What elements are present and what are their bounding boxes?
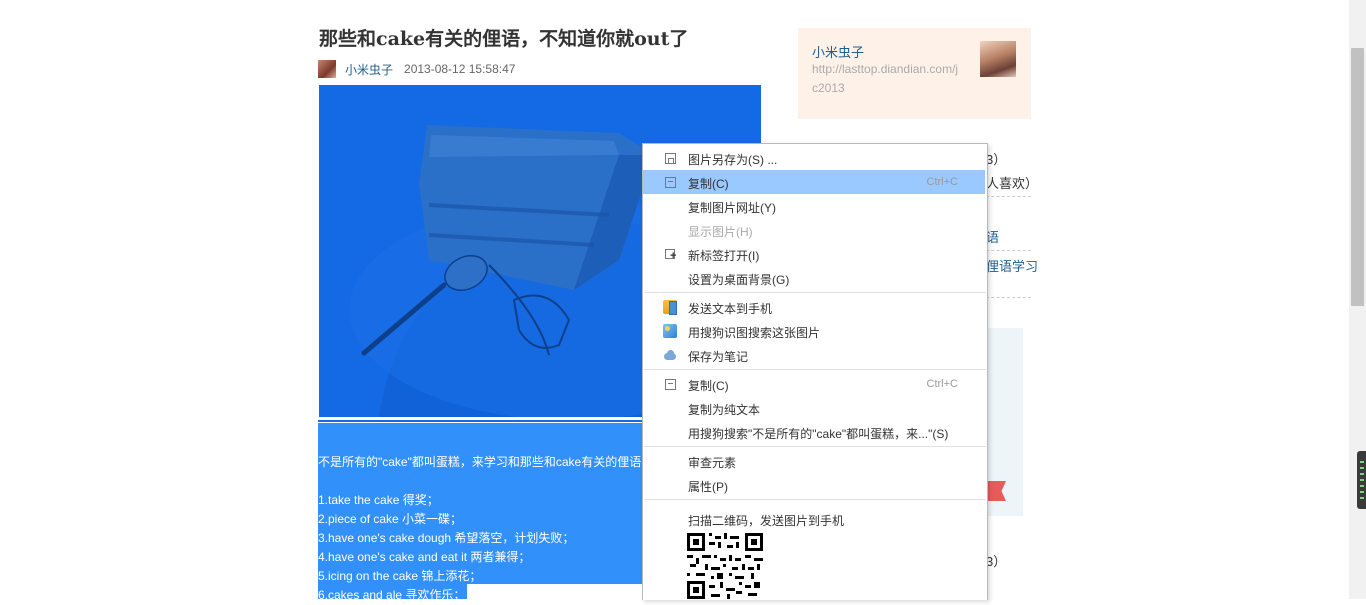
context-menu: 图片另存为(S) ... 复制(C) Ctrl+C 复制图片网址(Y) 显示图片…: [642, 143, 988, 600]
menu-item-open-new-tab[interactable]: 新标签打开(I): [643, 242, 985, 266]
menu-item-copy-plain-text[interactable]: 复制为纯文本: [643, 396, 985, 420]
post-line: 4.have one's cake and eat it 两者兼得；: [318, 550, 531, 564]
post-line: 3.have one's cake dough 希望落空，计划失败；: [318, 531, 575, 545]
menu-item-save-image-as[interactable]: 图片另存为(S) ...: [643, 146, 985, 170]
menu-item-label: 复制为纯文本: [688, 403, 761, 417]
menu-item-send-to-phone[interactable]: 发送文本到手机: [643, 295, 985, 319]
vertical-scrollbar[interactable]: [1349, 0, 1366, 599]
divider: [986, 297, 1031, 298]
menu-item-search-selection[interactable]: 用搜狗搜索"不是所有的"cake"都叫蛋糕，来..."(S): [643, 420, 985, 444]
menu-item-label: 图片另存为(S) ...: [688, 153, 778, 167]
menu-item-label: 显示图片(H): [688, 225, 753, 239]
sidebar-fragment: 3）: [986, 554, 1007, 569]
sidebar-link[interactable]: 俚语学习: [986, 256, 1038, 275]
scrollbar-thumb[interactable]: [1351, 48, 1364, 306]
menu-item-copy-image-url[interactable]: 复制图片网址(Y): [643, 194, 985, 218]
menu-item-shortcut: Ctrl+C: [926, 176, 958, 188]
profile-url[interactable]: http://lasttop.diandian.com/jc2013: [812, 60, 962, 98]
post-line: 6.cakes and ale 寻欢作乐；: [318, 588, 466, 602]
menu-item-label: 用搜狗搜索"不是所有的"cake"都叫蛋糕，来..."(S): [688, 427, 949, 441]
menu-separator: [644, 499, 986, 500]
post-line: 不是所有的"cake"都叫蛋糕，来学习和那些和cake有关的俚语: [318, 455, 642, 469]
post-line-blank: [318, 472, 643, 491]
menu-item-scan-qr[interactable]: 扫描二维码，发送图片到手机: [643, 507, 985, 531]
save-image-icon: [663, 151, 677, 165]
menu-item-copy-text[interactable]: 复制(C) Ctrl+C: [643, 372, 985, 396]
menu-item-label: 复制(C): [688, 177, 729, 191]
sidebar-fragment: 3）: [986, 152, 1007, 167]
sidebar-fragment: 人喜欢）: [986, 176, 1039, 191]
menu-item-label: 审查元素: [688, 456, 737, 470]
copy-icon: [663, 175, 677, 189]
menu-item-save-note[interactable]: 保存为笔记: [643, 343, 985, 367]
menu-item-copy[interactable]: 复制(C) Ctrl+C: [643, 170, 985, 194]
post-line: 5.icing on the cake 锦上添花；: [318, 569, 482, 583]
profile-card: 小米虫子 http://lasttop.diandian.com/jc2013: [798, 28, 1031, 119]
divider: [986, 196, 1031, 197]
menu-item-label: 复制图片网址(Y): [688, 201, 776, 215]
menu-item-label: 新标签打开(I): [688, 249, 760, 263]
divider: [986, 250, 1031, 251]
profile-name[interactable]: 小米虫子: [812, 42, 864, 61]
post-title: 那些和cake有关的俚语，不知道你就out了: [319, 28, 689, 50]
menu-separator: [644, 446, 986, 447]
menu-item-label: 发送文本到手机: [688, 302, 773, 316]
author-avatar[interactable]: [318, 60, 336, 78]
menu-item-image-search[interactable]: 用搜狗识图搜索这张图片: [643, 319, 985, 343]
cloud-note-icon: [663, 348, 677, 362]
copy-icon: [663, 377, 677, 391]
menu-separator: [644, 292, 986, 293]
post-line: 2.piece of cake 小菜一碟；: [318, 512, 463, 526]
qr-code[interactable]: [687, 533, 763, 599]
post-line: 1.take the cake 得奖；: [318, 493, 439, 507]
profile-avatar[interactable]: [980, 41, 1016, 77]
menu-item-show-image: 显示图片(H): [643, 218, 985, 242]
menu-item-label: 属性(P): [688, 480, 728, 494]
image-search-icon: [663, 324, 677, 338]
menu-item-shortcut: Ctrl+C: [926, 378, 958, 390]
send-to-phone-icon: [663, 300, 677, 315]
post-date: 2013-08-12 15:58:47: [404, 62, 516, 76]
post-body: 不是所有的"cake"都叫蛋糕，来学习和那些和cake有关的俚语 1.take …: [318, 453, 643, 605]
menu-item-label: 用搜狗识图搜索这张图片: [688, 326, 821, 340]
author-link[interactable]: 小米虫子: [345, 61, 393, 78]
floating-edge-widget[interactable]: [1357, 451, 1366, 509]
menu-item-label: 复制(C): [688, 379, 729, 393]
menu-item-label: 设置为桌面背景(G): [688, 273, 790, 287]
post-meta: 小米虫子 2013-08-12 15:58:47: [318, 59, 515, 79]
menu-item-set-wallpaper[interactable]: 设置为桌面背景(G): [643, 266, 985, 290]
menu-item-properties[interactable]: 属性(P): [643, 473, 985, 497]
menu-item-inspect-element[interactable]: 审查元素: [643, 449, 985, 473]
menu-item-label: 扫描二维码，发送图片到手机: [688, 514, 845, 528]
menu-separator: [644, 369, 986, 370]
new-tab-icon: [663, 247, 677, 262]
menu-item-label: 保存为笔记: [688, 350, 749, 364]
